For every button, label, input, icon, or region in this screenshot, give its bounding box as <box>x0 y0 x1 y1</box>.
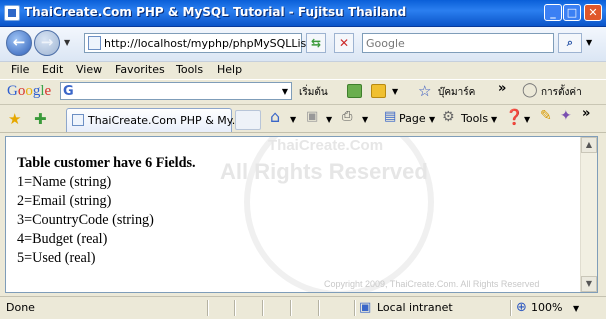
field-line: 4=Budget (real) <box>17 231 108 247</box>
zoom-icon[interactable]: ⊕ <box>516 300 527 315</box>
address-input[interactable]: http://localhost/myphp/phpMySQLList <box>104 37 311 50</box>
add-favorite-icon[interactable]: ✚ <box>34 110 47 128</box>
watermark-text: ThaiCreate.Com <box>268 137 384 154</box>
document-text: Table customer have 6 Fields. 1=Name (st… <box>17 154 196 268</box>
watermark-text: All Rights Reserved <box>220 159 428 184</box>
address-row: ← → ▼ http://localhost/myphp/phpMySQLLis… <box>0 27 606 62</box>
page-menu-icon[interactable]: ▤ <box>384 109 396 124</box>
window-title: ThaiCreate.Com PHP & MySQL Tutorial - Fu… <box>24 5 407 19</box>
title-bar: ThaiCreate.Com PHP & MySQL Tutorial - Fu… <box>0 0 606 27</box>
menu-tools[interactable]: Tools <box>176 63 203 76</box>
new-tab-button[interactable] <box>235 110 261 130</box>
chevron-down-icon[interactable]: ▼ <box>282 87 288 96</box>
menu-file[interactable]: File <box>11 63 29 76</box>
google-search-field[interactable]: G ▼ <box>60 82 292 100</box>
field-line: 3=CountryCode (string) <box>17 212 154 228</box>
tools-menu-button[interactable]: Tools <box>461 112 488 125</box>
google-bookmarks-button[interactable]: บุ๊คมาร์ค <box>438 85 475 100</box>
chevron-down-icon[interactable]: ▼ <box>573 304 579 313</box>
search-box[interactable]: Google <box>362 33 554 53</box>
scroll-down-button[interactable]: ▼ <box>581 276 597 292</box>
feeds-icon[interactable]: ▣ <box>306 109 318 124</box>
field-line: 1=Name (string) <box>17 174 112 190</box>
vertical-scrollbar[interactable]: ▲ ▼ <box>580 137 597 292</box>
maximize-button[interactable]: □ <box>563 4 581 21</box>
google-settings-button[interactable]: การตั้งค่า <box>541 85 582 100</box>
settings-circle-icon[interactable]: ◯ <box>522 82 538 98</box>
status-divider <box>262 300 263 316</box>
status-divider <box>234 300 235 316</box>
google-g-icon: G <box>63 84 74 99</box>
menu-help[interactable]: Help <box>217 63 242 76</box>
copyright-text: Copyright 2009, ThaiCreate.Com. All Righ… <box>324 279 540 289</box>
table-heading: Table customer have 6 Fields. <box>17 155 196 171</box>
close-button[interactable]: ✕ <box>584 4 602 21</box>
intranet-zone-icon: ▣ <box>359 300 372 315</box>
print-icon[interactable]: ⎙ <box>342 109 352 124</box>
more-icon[interactable]: » <box>582 106 590 121</box>
ie-page-icon <box>4 5 20 21</box>
google-logo: Google <box>7 83 52 99</box>
chevron-down-icon[interactable]: ▼ <box>392 87 398 96</box>
status-divider <box>290 300 291 316</box>
popup-blocker-icon[interactable] <box>371 84 386 98</box>
stop-button[interactable]: ✕ <box>334 33 354 53</box>
zoom-level[interactable]: 100% <box>531 301 562 314</box>
page-content: ThaiCreate.Com All Rights Reserved Table… <box>5 136 598 293</box>
scroll-up-button[interactable]: ▲ <box>581 137 597 153</box>
forward-button[interactable]: → <box>34 30 60 56</box>
gear-icon[interactable]: ⚙ <box>442 109 455 125</box>
bookmark-star-icon[interactable]: ☆ <box>418 82 431 100</box>
messenger-icon[interactable]: ✦ <box>560 108 572 124</box>
chevron-down-icon[interactable]: ▼ <box>429 115 435 124</box>
chevron-down-icon[interactable]: ▼ <box>362 115 368 124</box>
chevron-down-icon[interactable]: ▼ <box>290 115 296 124</box>
field-line: 5=Used (real) <box>17 250 96 266</box>
status-divider <box>207 300 208 316</box>
search-options-icon[interactable]: ▼ <box>586 38 592 47</box>
help-icon[interactable]: ❓ <box>505 108 524 126</box>
page-icon <box>88 36 101 50</box>
chevron-down-icon[interactable]: ▼ <box>491 115 497 124</box>
address-bar[interactable]: http://localhost/myphp/phpMySQLList <box>84 33 311 53</box>
status-divider <box>354 300 355 316</box>
home-icon[interactable]: ⌂ <box>270 107 280 126</box>
chevron-down-icon[interactable]: ▼ <box>524 115 530 124</box>
search-input[interactable]: Google <box>366 37 405 50</box>
menu-view[interactable]: View <box>76 63 102 76</box>
status-text: Done <box>6 301 35 314</box>
history-dropdown-icon[interactable]: ▼ <box>64 38 70 47</box>
status-divider <box>510 300 511 316</box>
menu-edit[interactable]: Edit <box>42 63 63 76</box>
research-icon[interactable]: ✎ <box>540 108 552 124</box>
status-divider <box>318 300 319 316</box>
tab-title: ThaiCreate.Com PHP & My... <box>88 114 243 127</box>
chevron-down-icon[interactable]: ▼ <box>326 115 332 124</box>
search-icon[interactable]: ⌕ <box>558 33 582 53</box>
google-toolbar: Google G ▼ เริ่มต้น ▼ ☆ บุ๊คมาร์ค » ◯ กา… <box>0 79 606 105</box>
favorites-star-icon[interactable]: ★ <box>8 110 21 128</box>
menu-favorites[interactable]: Favorites <box>115 63 165 76</box>
field-line: 2=Email (string) <box>17 193 112 209</box>
minimize-button[interactable]: _ <box>544 4 562 21</box>
security-zone[interactable]: Local intranet <box>377 301 453 314</box>
tab-thaicreate[interactable]: ThaiCreate.Com PHP & My... <box>66 108 242 132</box>
status-bar: Done ▣ Local intranet ⊕ 100% ▼ <box>0 296 606 319</box>
refresh-button[interactable]: ⇆ <box>306 33 326 53</box>
page-icon <box>72 114 84 126</box>
more-icon[interactable]: » <box>498 81 506 96</box>
page-menu-button[interactable]: Page <box>399 112 426 125</box>
menu-bar: File Edit View Favorites Tools Help <box>0 62 606 78</box>
picture-icon[interactable] <box>347 84 362 98</box>
command-bar: ★ ✚ ThaiCreate.Com PHP & My... ⌂ ▼ ▣ ▼ ⎙… <box>0 104 606 133</box>
google-search-button[interactable]: เริ่มต้น <box>299 85 328 100</box>
back-button[interactable]: ← <box>6 30 32 56</box>
